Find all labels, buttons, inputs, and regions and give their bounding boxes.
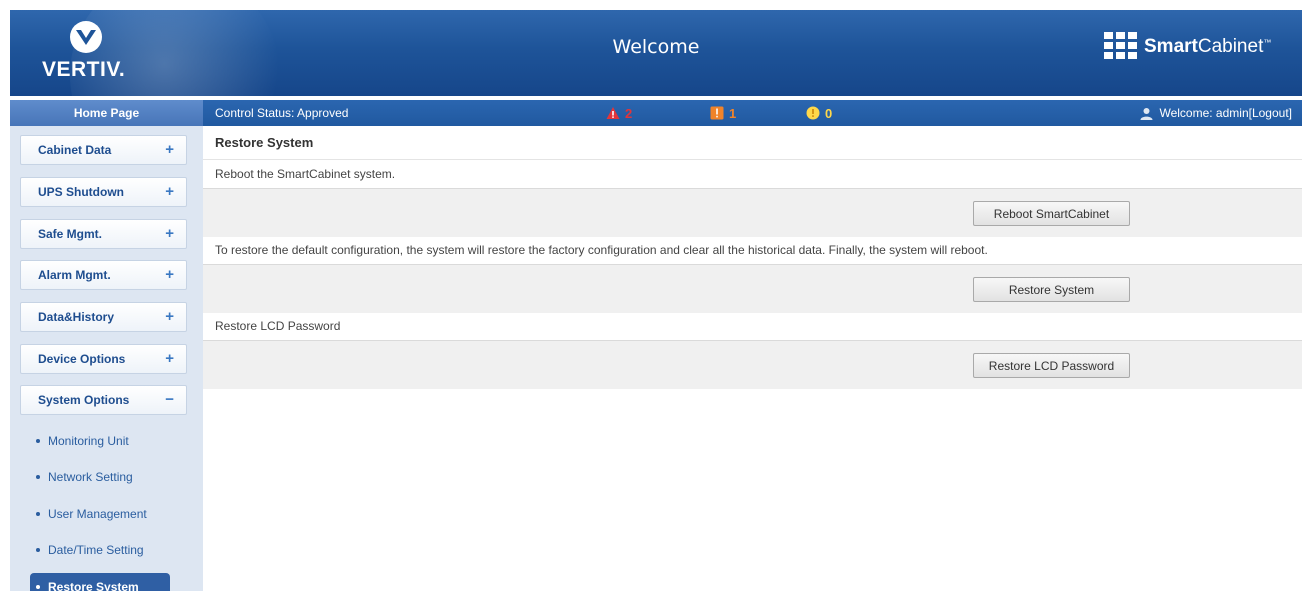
sidebar-item-cabinet-data[interactable]: Cabinet Data + xyxy=(20,135,187,165)
sidebar-item-label: Cabinet Data xyxy=(38,143,112,157)
restore-lcd-password-description: Restore LCD Password xyxy=(203,313,1302,340)
bullet-icon xyxy=(36,511,40,516)
critical-alarm-value: 2 xyxy=(625,105,633,121)
section-title: Restore System xyxy=(203,126,1302,160)
bullet-icon xyxy=(36,438,40,443)
smartcabinet-logo-text: SmartCabinet™ xyxy=(1144,36,1272,57)
sidebar-item-label: UPS Shutdown xyxy=(38,185,124,199)
welcome-user-text: Welcome: admin xyxy=(1159,106,1249,120)
sidebar-subitem-label: Monitoring Unit xyxy=(48,434,129,448)
restore-lcd-password-button[interactable]: Restore LCD Password xyxy=(973,353,1130,378)
major-alarm-count[interactable]: 1 xyxy=(710,100,736,126)
status-bar: Home Page Control Status: Approved 2 1 0 xyxy=(10,100,1302,126)
sidebar-item-label: Alarm Mgmt. xyxy=(38,268,111,282)
sidebar-subitem-label: User Management xyxy=(48,507,147,521)
expand-plus-icon[interactable]: + xyxy=(165,345,174,373)
sidebar-item-label: Safe Mgmt. xyxy=(38,227,103,241)
sidebar-item-system-options[interactable]: System Options − xyxy=(20,385,187,415)
home-page-button[interactable]: Home Page xyxy=(10,100,203,126)
sidebar-subitem-date-time-setting[interactable]: Date/Time Setting xyxy=(30,537,180,563)
minor-alarm-value: 0 xyxy=(825,105,833,121)
sidebar-item-alarm-mgmt[interactable]: Alarm Mgmt. + xyxy=(20,260,187,290)
sidebar-item-safe-mgmt[interactable]: Safe Mgmt. + xyxy=(20,219,187,249)
user-welcome: Welcome: admin [Logout] xyxy=(1140,100,1292,126)
collapse-minus-icon[interactable]: − xyxy=(165,386,174,414)
reboot-smartcabinet-button[interactable]: Reboot SmartCabinet xyxy=(973,201,1130,226)
reboot-button-row: Reboot SmartCabinet xyxy=(203,188,1302,237)
bullet-icon xyxy=(36,547,40,552)
major-alarm-value: 1 xyxy=(729,105,737,121)
sidebar-item-ups-shutdown[interactable]: UPS Shutdown + xyxy=(20,177,187,207)
user-icon xyxy=(1140,107,1153,120)
sidebar-item-label: System Options xyxy=(38,393,130,407)
control-status-text: Control Status: Approved xyxy=(215,106,349,120)
sidebar-item-data-history[interactable]: Data&History + xyxy=(20,302,187,332)
minor-alarm-icon xyxy=(806,106,820,120)
logout-link[interactable]: [Logout] xyxy=(1249,100,1292,126)
expand-plus-icon[interactable]: + xyxy=(165,178,174,206)
sidebar-subitem-user-management[interactable]: User Management xyxy=(30,501,180,527)
smartcabinet-logo-icon xyxy=(1104,32,1137,59)
sidebar-subitem-label: Date/Time Setting xyxy=(48,543,144,557)
sidebar-item-label: Device Options xyxy=(38,352,126,366)
sidebar: Cabinet Data + UPS Shutdown + Safe Mgmt.… xyxy=(10,126,203,591)
sidebar-subitem-restore-system[interactable]: Restore System xyxy=(30,573,170,591)
bullet-icon xyxy=(36,474,40,479)
sidebar-item-device-options[interactable]: Device Options + xyxy=(20,344,187,374)
sidebar-subitem-label: Network Setting xyxy=(48,470,133,484)
sidebar-item-label: Data&History xyxy=(38,310,115,324)
critical-alarm-count[interactable]: 2 xyxy=(606,100,632,126)
reboot-description: Reboot the SmartCabinet system. xyxy=(203,161,1302,188)
expand-plus-icon[interactable]: + xyxy=(165,303,174,331)
restore-system-description: To restore the default configuration, th… xyxy=(203,237,1302,264)
expand-plus-icon[interactable]: + xyxy=(165,220,174,248)
major-alarm-icon xyxy=(710,106,724,120)
vertiv-logo-text: VERTIV. xyxy=(42,58,126,81)
sidebar-subitem-network-setting[interactable]: Network Setting xyxy=(30,464,180,490)
restore-system-button-row: Restore System xyxy=(203,264,1302,313)
bullet-icon xyxy=(36,584,40,589)
header-banner: VERTIV. Welcome SmartCabinet™ xyxy=(10,10,1302,96)
main-content: Restore System Reboot the SmartCabinet s… xyxy=(203,126,1302,591)
expand-plus-icon[interactable]: + xyxy=(165,261,174,289)
minor-alarm-count[interactable]: 0 xyxy=(806,100,832,126)
sidebar-subitem-label: Restore System xyxy=(48,580,139,591)
critical-alarm-icon xyxy=(606,107,620,119)
expand-plus-icon[interactable]: + xyxy=(165,136,174,164)
sidebar-subitem-monitoring-unit[interactable]: Monitoring Unit xyxy=(30,428,180,454)
restore-lcd-password-button-row: Restore LCD Password xyxy=(203,340,1302,389)
restore-system-button[interactable]: Restore System xyxy=(973,277,1130,302)
